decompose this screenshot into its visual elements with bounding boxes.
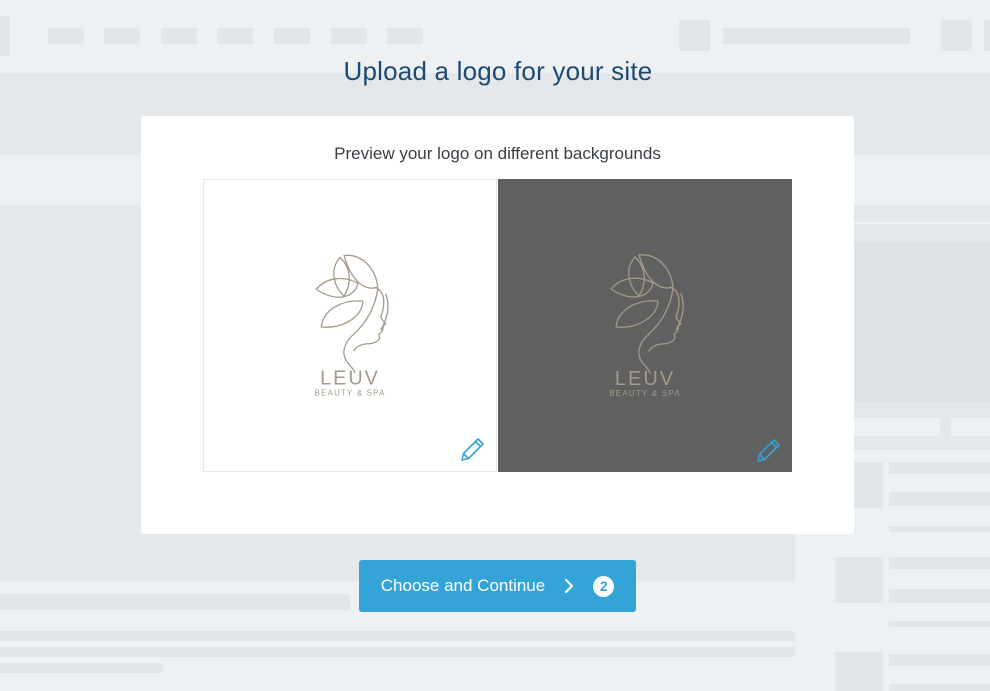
logo-tagline: BEAUTY & SPA	[315, 389, 386, 398]
page-title: Upload a logo for your site	[343, 56, 653, 86]
chevron-right-icon	[565, 578, 574, 594]
logo-image: LEUV BEAUTY & SPA	[609, 254, 684, 398]
logo-tagline: BEAUTY & SPA	[609, 389, 680, 398]
preview-subtitle: Preview your logo on different backgroun…	[334, 144, 661, 163]
button-label: Choose and Continue	[380, 576, 546, 595]
pencil-icon[interactable]	[755, 436, 783, 464]
logo-name: LEUV	[615, 368, 675, 390]
logo-image: LEUV BEAUTY & SPA	[315, 254, 389, 398]
logo-preview-card: Preview your logo on different backgroun…	[141, 116, 854, 534]
step-badge: 2	[593, 575, 615, 597]
logo-name: LEUV	[320, 368, 380, 390]
pencil-icon[interactable]	[459, 435, 487, 463]
logo-preview-dark: LEUV BEAUTY & SPA	[498, 179, 792, 472]
choose-and-continue-button[interactable]: Choose and Continue 2	[359, 560, 636, 612]
logo-preview-light: LEUV BEAUTY & SPA	[203, 179, 497, 472]
